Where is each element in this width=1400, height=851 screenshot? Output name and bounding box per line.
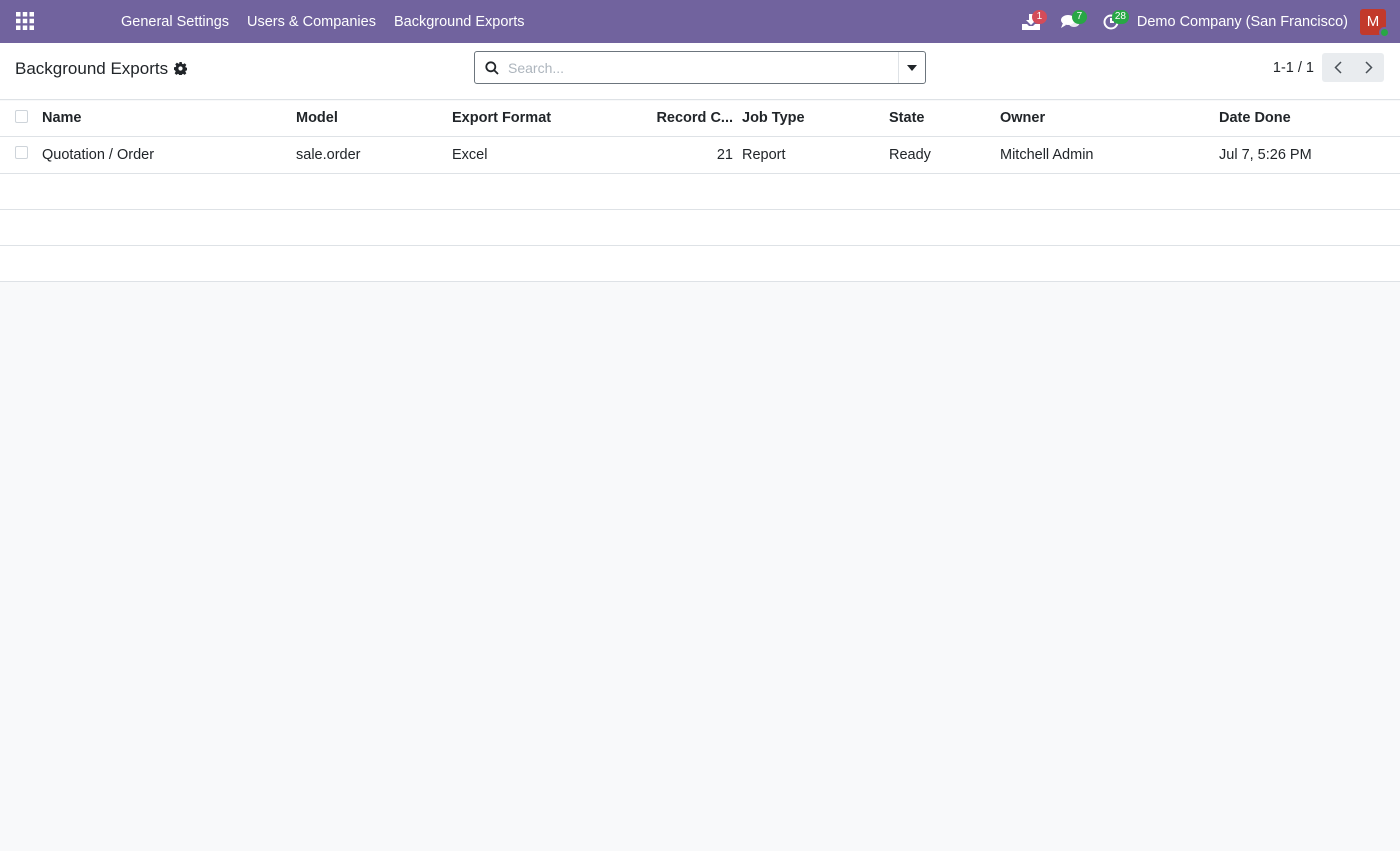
table-row[interactable]: Quotation / Order sale.order Excel 21 Re… [0, 136, 1400, 174]
menu-users-companies[interactable]: Users & Companies [238, 14, 385, 30]
column-header-model[interactable]: Model [296, 101, 452, 137]
empty-row [0, 209, 1400, 246]
pager-next-button[interactable] [1353, 53, 1384, 82]
menu-general-settings[interactable]: General Settings [112, 14, 238, 30]
row-checkbox[interactable] [15, 146, 28, 159]
activities-badge: 28 [1111, 10, 1129, 24]
empty-cell [0, 209, 1400, 246]
cell-date-done[interactable]: Jul 7, 5:26 PM [1219, 136, 1400, 174]
list-view: Name Model Export Format Record C... Job… [0, 101, 1400, 282]
search-icon [475, 52, 508, 83]
column-header-record-count[interactable]: Record C... [608, 101, 742, 137]
company-switcher[interactable]: Demo Company (San Francisco) [1131, 14, 1360, 30]
messages-badge: 7 [1071, 10, 1087, 24]
exports-badge: 1 [1031, 10, 1047, 24]
select-all-cell [0, 101, 42, 137]
column-header-owner[interactable]: Owner [1000, 101, 1219, 137]
chevron-left-icon [1333, 61, 1342, 74]
chevron-right-icon [1364, 61, 1373, 74]
column-header-state[interactable]: State [889, 101, 1000, 137]
avatar-initial: M [1366, 13, 1380, 30]
menu-background-exports[interactable]: Background Exports [385, 14, 534, 30]
search-bar [474, 51, 926, 84]
cell-record-count[interactable]: 21 [608, 136, 742, 174]
cell-model[interactable]: sale.order [296, 136, 452, 174]
empty-cell [0, 245, 1400, 282]
breadcrumb: Background Exports [15, 59, 188, 79]
caret-down-icon [907, 64, 917, 71]
exports-tray-button[interactable]: 1 [1011, 0, 1051, 43]
systray: 1 7 28 Demo Company (San Francisco) M [1011, 0, 1400, 43]
control-panel: Background Exports 1-1 / 1 [0, 43, 1400, 100]
column-header-export-format[interactable]: Export Format [452, 101, 608, 137]
pager-previous-button[interactable] [1322, 53, 1353, 82]
main-menu: General Settings Users & Companies Backg… [112, 0, 534, 43]
search-input[interactable] [508, 52, 898, 83]
cell-job-type[interactable]: Report [742, 136, 889, 174]
empty-row [0, 245, 1400, 282]
row-select-cell [0, 136, 42, 174]
cell-name[interactable]: Quotation / Order [42, 136, 296, 174]
empty-cell [0, 173, 1400, 210]
column-header-job-type[interactable]: Job Type [742, 101, 889, 137]
top-navbar: General Settings Users & Companies Backg… [0, 0, 1400, 43]
column-header-name[interactable]: Name [42, 101, 296, 137]
search-options-toggle[interactable] [898, 52, 925, 83]
pager-value[interactable]: 1-1 / 1 [1273, 60, 1314, 76]
cell-owner[interactable]: Mitchell Admin [1000, 136, 1219, 174]
user-avatar[interactable]: M [1360, 8, 1390, 38]
cell-export-format[interactable]: Excel [452, 136, 608, 174]
app-menu-icon[interactable] [10, 6, 40, 36]
pager: 1-1 / 1 [1273, 53, 1384, 82]
messages-tray-button[interactable]: 7 [1051, 0, 1091, 43]
cell-state[interactable]: Ready [889, 136, 1000, 174]
activities-tray-button[interactable]: 28 [1091, 0, 1131, 43]
online-status-icon [1379, 26, 1390, 38]
select-all-checkbox[interactable] [15, 109, 28, 123]
table-header-row: Name Model Export Format Record C... Job… [0, 101, 1400, 137]
exports-table: Name Model Export Format Record C... Job… [0, 101, 1400, 282]
empty-row [0, 173, 1400, 210]
gear-icon[interactable] [174, 62, 188, 76]
column-header-date-done[interactable]: Date Done [1219, 101, 1400, 137]
page-title: Background Exports [15, 59, 169, 78]
